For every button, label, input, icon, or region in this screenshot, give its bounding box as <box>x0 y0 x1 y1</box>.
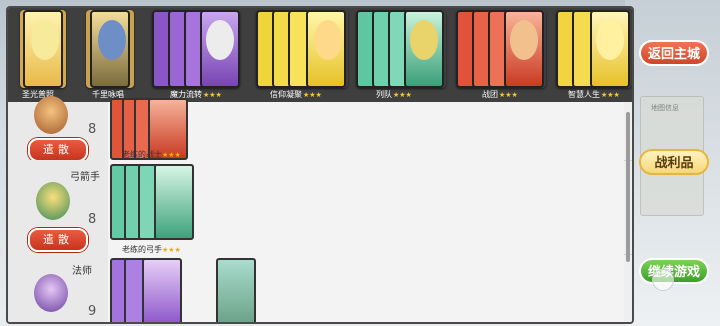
warrior-avatar <box>34 96 68 134</box>
archer-squad-icon <box>410 20 438 60</box>
spell-card-strip: 圣光普照 千里咏唱 魔力流转★★★ 信仰凝聚★★★ 列队★★★ 战团★★★ 智慧… <box>8 8 632 102</box>
staff-icon <box>98 20 126 60</box>
staff-card[interactable] <box>142 258 182 322</box>
unit-count: 9 <box>88 304 97 319</box>
card-stack-war-band[interactable] <box>456 10 546 88</box>
star-rating: ★★★ <box>162 246 181 254</box>
mage-avatar <box>34 274 68 312</box>
deck-panel: 圣光普照 千里咏唱 魔力流转★★★ 信仰凝聚★★★ 列队★★★ 战团★★★ 智慧… <box>6 6 634 324</box>
card-stack-faith[interactable] <box>256 10 348 88</box>
card-name: 老练的弓手 <box>122 245 162 254</box>
list-scrollbar[interactable] <box>626 112 630 262</box>
unit-row-archer: 弓箭手 8 遣散 老练的弓手★★★ <box>8 160 632 255</box>
return-city-button[interactable]: 返回主城 <box>639 40 709 66</box>
card-name: 智慧人生 <box>568 90 600 99</box>
unit-row-mage: 法师 9 <box>8 254 632 322</box>
unit-count: 8 <box>88 122 97 137</box>
card-name: 老练的战士 <box>122 150 162 159</box>
unit-row-warrior: 8 遣散 老练的战士★★★ <box>8 96 632 162</box>
warrior-squad-icon <box>510 20 538 60</box>
arrow-card[interactable] <box>154 164 194 240</box>
holy-book-icon <box>31 20 59 60</box>
unit-name: 法师 <box>72 266 92 277</box>
dismiss-button[interactable]: 遣散 <box>28 138 88 162</box>
star-rating: ★★★ <box>601 91 620 99</box>
dismiss-button[interactable]: 遣散 <box>28 228 88 252</box>
star-rating: ★★★ <box>303 91 322 99</box>
star-rating: ★★★ <box>393 91 412 99</box>
card-stack-mana-flow[interactable] <box>152 10 240 88</box>
background-map-label: 地图信息 <box>651 104 679 112</box>
star-rating: ★★★ <box>203 91 222 99</box>
card-distant-chant[interactable] <box>86 10 134 88</box>
lightbulb-icon <box>596 20 624 60</box>
priest-icon <box>314 20 342 60</box>
card-name: 战团 <box>482 90 498 99</box>
card-name: 信仰凝聚 <box>270 90 302 99</box>
touch-indicator <box>652 269 674 291</box>
card-stack-formation[interactable] <box>356 10 446 88</box>
griffin-card[interactable] <box>216 258 256 322</box>
spoils-button[interactable]: 战利品 <box>639 149 709 175</box>
archer-avatar <box>36 182 70 220</box>
wizard-icon <box>206 20 234 60</box>
unit-count: 8 <box>88 212 97 227</box>
unit-name: 弓箭手 <box>70 172 100 183</box>
star-rating: ★★★ <box>162 151 181 159</box>
card-stack-wisdom[interactable] <box>556 10 632 88</box>
card-name: 列队 <box>376 90 392 99</box>
continue-game-button[interactable]: 继续游戏 <box>639 258 709 284</box>
star-rating: ★★★ <box>499 91 518 99</box>
card-holy-light[interactable] <box>20 10 66 88</box>
unit-list[interactable]: 8 遣散 老练的战士★★★ 弓箭手 8 遣散 老练的弓手★★★ 法师 9 <box>8 96 632 322</box>
